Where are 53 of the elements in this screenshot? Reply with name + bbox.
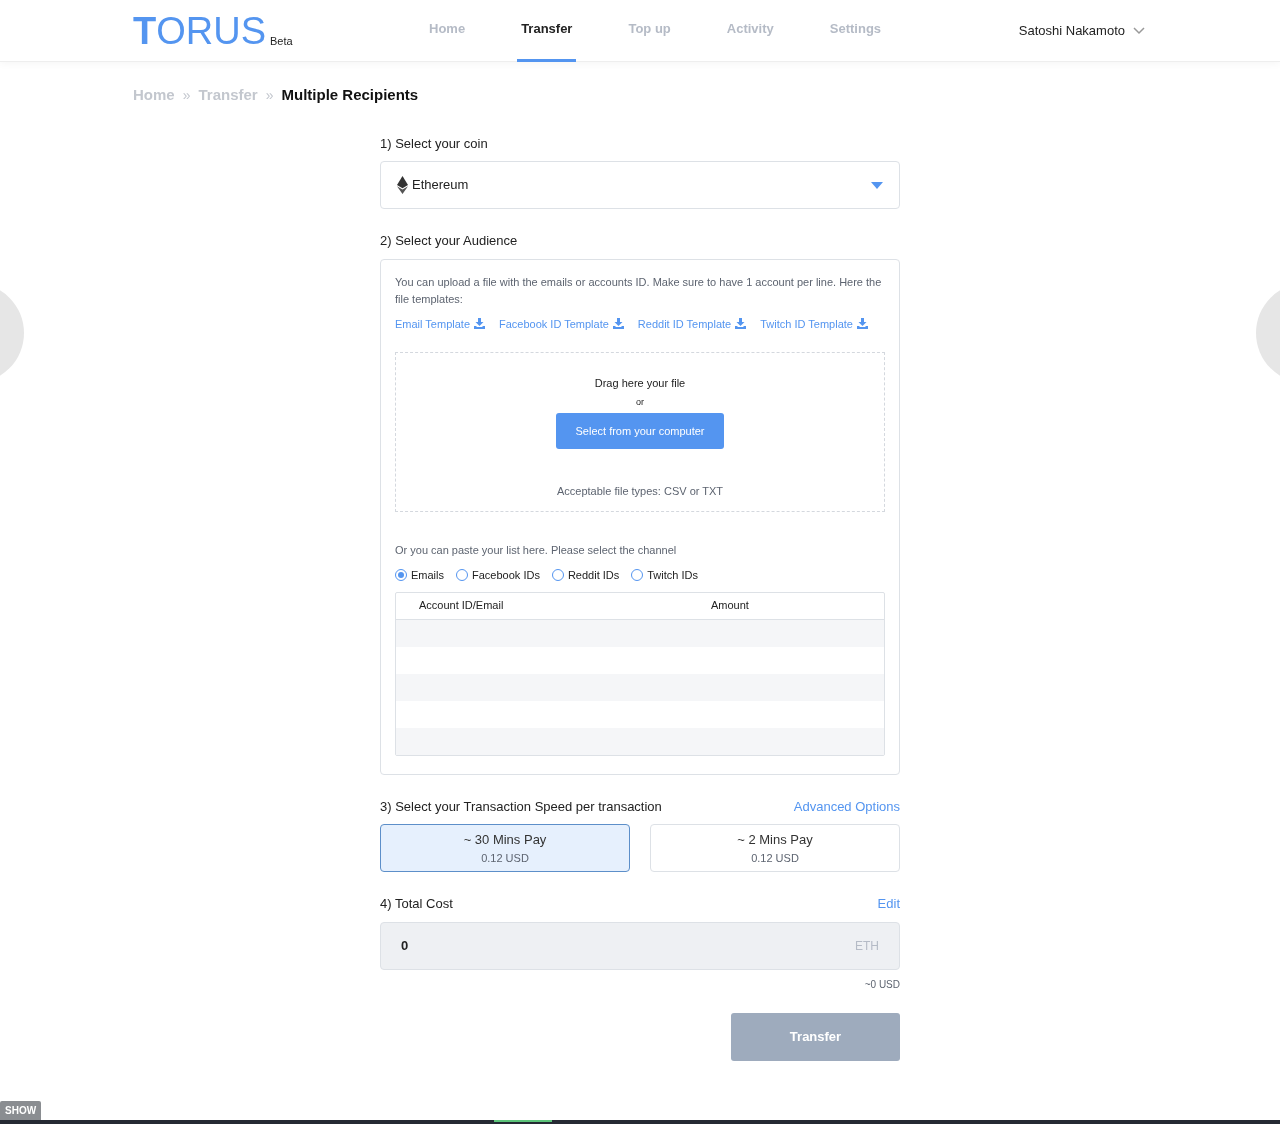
channel-radio[interactable]: Reddit IDs: [551, 567, 620, 584]
column-header: Account ID/Email: [419, 598, 505, 614]
speed-option[interactable]: ~ 30 Mins Pay 0.12 USD: [380, 824, 630, 872]
select-file-button[interactable]: Select from your computer: [556, 413, 724, 449]
radio-circle[interactable]: [395, 569, 407, 582]
beta-label: Beta: [270, 34, 293, 49]
channel-radio[interactable]: Facebook IDs: [456, 567, 540, 584]
radio-circle[interactable]: [551, 569, 564, 582]
radio-circle[interactable]: [456, 569, 468, 582]
nav-tab[interactable]: Activity: [722, 0, 778, 62]
radio-circle[interactable]: [631, 569, 644, 582]
nav-tab[interactable]: Transfer: [517, 0, 577, 62]
paste-hint: Or you can paste your list here. Please select the channel: [395, 543, 678, 558]
chevron-down-icon[interactable]: [1133, 26, 1145, 35]
template-link[interactable]: Email Template: [395, 315, 485, 332]
download-icon: [856, 318, 868, 330]
download-icon: [735, 318, 747, 330]
file-types-text: Acceptable file types: CSV or TXT: [556, 484, 724, 499]
section-label: 3) Select your Transaction Speed per transaction: [380, 797, 662, 816]
nav-tab[interactable]: Settings: [825, 0, 886, 62]
breadcrumb-link[interactable]: Transfer: [198, 84, 258, 107]
column-header: Amount: [711, 598, 749, 614]
instructions-text: You can upload a file with the emails or accounts ID. Make sure to have 1 account per line. Here the file templates:: [395, 274, 883, 307]
torus-logo[interactable]: TORUS: [133, 11, 266, 50]
user-name[interactable]: Satoshi Nakamoto: [1018, 20, 1125, 41]
section-label: 1) Select your coin: [380, 134, 489, 153]
speed-option[interactable]: ~ 2 Mins Pay 0.12 USD: [650, 824, 900, 872]
drop-title: Drag here your file: [594, 376, 686, 391]
template-link[interactable]: Facebook ID Template: [499, 315, 624, 332]
nav-tab[interactable]: Top up: [624, 0, 675, 62]
section-label: 4) Total Cost: [380, 895, 453, 913]
file-drop-zone[interactable]: Drag here your file or Select from your computer Acceptable file types: CSV or TXT: [395, 352, 885, 512]
breadcrumb-link[interactable]: Home: [133, 84, 175, 107]
total-cost-field[interactable]: 0 ETH: [380, 921, 900, 970]
show-toggle[interactable]: SHOW: [0, 1101, 42, 1120]
ethereum-icon: [397, 176, 408, 194]
breadcrumb-separator: »: [182, 85, 191, 105]
advanced-options-link[interactable]: Advanced Options: [793, 796, 900, 816]
template-link[interactable]: Reddit ID Template: [637, 315, 747, 332]
channel-radio[interactable]: Emails: [395, 567, 444, 584]
coin-select[interactable]: Ethereum: [380, 161, 900, 209]
download-icon: [474, 318, 485, 330]
nav-tab[interactable]: Home: [425, 0, 470, 62]
breadcrumb-current: Multiple Recipients: [281, 85, 419, 105]
edit-link[interactable]: Edit: [877, 894, 900, 914]
dropdown-caret-icon: [871, 181, 883, 189]
template-link[interactable]: Twitch ID Template: [760, 315, 868, 332]
channel-radio[interactable]: Twitch IDs: [631, 567, 698, 584]
download-icon: [612, 318, 624, 330]
or-text: or: [636, 395, 644, 409]
section-label: 2) Select your Audience: [380, 232, 519, 250]
usd-estimate: ~0 USD: [864, 978, 900, 990]
breadcrumb-separator: »: [265, 85, 274, 105]
